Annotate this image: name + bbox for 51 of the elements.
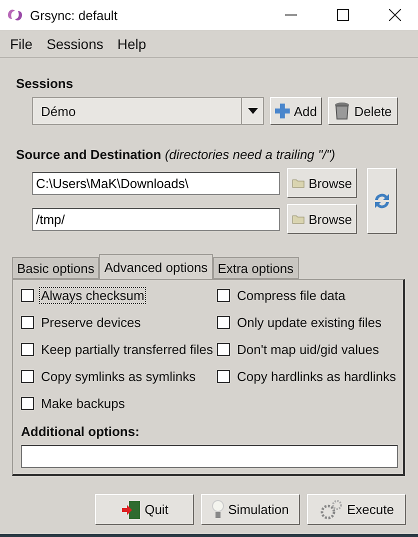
browse-button[interactable]: Browse	[287, 168, 357, 198]
checkbox[interactable]	[217, 288, 230, 302]
checkbox-label[interactable]: Only update existing files	[236, 314, 383, 330]
menu-item[interactable]: File	[10, 36, 33, 52]
checkbox-label[interactable]: Copy hardlinks as hardlinks	[236, 368, 397, 384]
add-button[interactable]: Add	[270, 97, 322, 125]
browse-button[interactable]: Browse	[287, 204, 357, 234]
simulation-button[interactable]: Simulation	[201, 494, 300, 525]
menu-item[interactable]: Help	[117, 36, 146, 52]
app-logo-icon	[6, 7, 24, 23]
minimize-icon	[285, 14, 297, 16]
checkbox[interactable]	[21, 370, 34, 382]
tab[interactable]: Extra options	[212, 257, 299, 279]
dropdown-arrow-icon	[248, 108, 258, 114]
tab[interactable]: Advanced options	[99, 254, 213, 279]
checkbox[interactable]	[217, 342, 230, 356]
field-label: Additional options:	[21, 424, 140, 439]
checkbox-label[interactable]: Don't map uid/gid values	[236, 342, 380, 356]
session-dropdown[interactable]: Démo	[32, 97, 264, 125]
path-field[interactable]: C:\Users\MaK\Downloads\	[32, 172, 280, 194]
section-heading: Source and Destination (directories need a trailing "/")	[16, 147, 336, 162]
checkbox-label[interactable]: Compress file data	[236, 288, 346, 302]
checkbox[interactable]	[217, 316, 230, 328]
gears-icon	[319, 500, 343, 520]
checkbox-label[interactable]: Keep partially transferred files	[40, 342, 214, 356]
checkbox-label[interactable]: Always checksum	[40, 288, 146, 302]
close-icon	[389, 9, 401, 21]
checkbox[interactable]	[21, 342, 34, 356]
maximize-icon	[337, 9, 349, 21]
additional-options-field[interactable]	[21, 445, 398, 468]
section-heading: Sessions	[16, 76, 74, 91]
window-title: Grsync: default	[30, 8, 118, 22]
menu-item[interactable]: Sessions	[46, 36, 104, 52]
quit-button[interactable]: Quit	[95, 494, 194, 525]
plus-icon	[275, 102, 290, 120]
swap-button[interactable]	[367, 168, 397, 234]
checkbox-label[interactable]: Copy symlinks as symlinks	[40, 368, 197, 384]
trash-icon	[334, 102, 350, 120]
checkbox[interactable]	[21, 396, 34, 410]
checkbox[interactable]	[21, 288, 34, 302]
exit-door-icon	[120, 500, 141, 520]
delete-button[interactable]: Delete	[328, 97, 398, 125]
checkbox-label[interactable]: Make backups	[40, 396, 126, 410]
tab[interactable]: Basic options	[12, 257, 100, 279]
checkbox-label[interactable]: Preserve devices	[40, 314, 142, 330]
execute-button[interactable]: Execute	[307, 494, 406, 525]
checkbox[interactable]	[21, 316, 34, 328]
refresh-icon	[373, 192, 391, 210]
path-field[interactable]: /tmp/	[32, 208, 280, 230]
checkbox[interactable]	[217, 370, 230, 382]
lightbulb-icon	[212, 500, 224, 520]
